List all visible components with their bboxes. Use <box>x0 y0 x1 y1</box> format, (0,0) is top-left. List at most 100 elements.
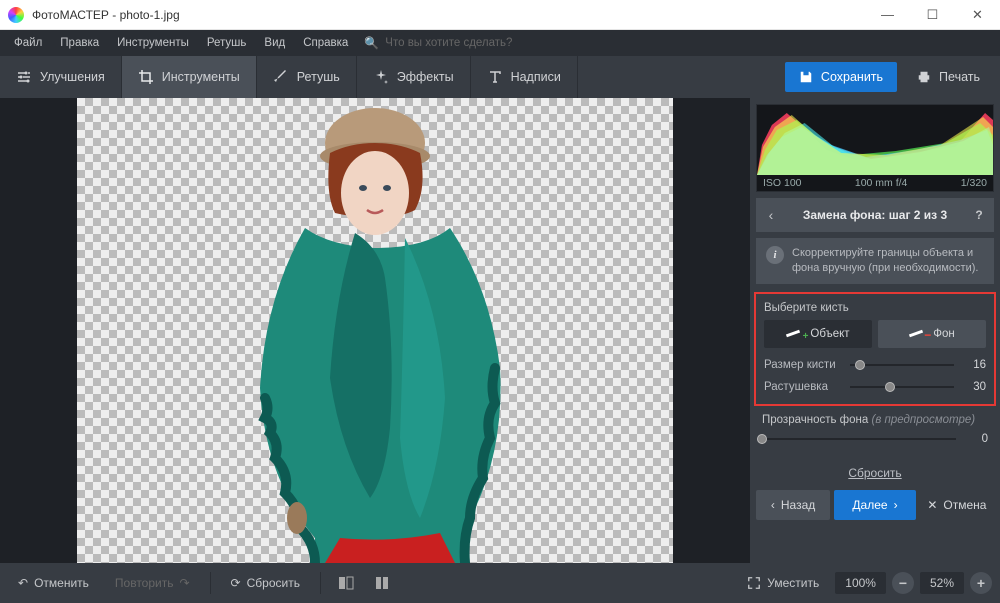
opacity-slider: 0 <box>762 432 988 446</box>
app-logo <box>8 7 24 23</box>
lens-value: 100 mm f/4 <box>855 177 908 189</box>
search-icon: 🔍 <box>364 36 379 50</box>
canvas-area[interactable] <box>0 98 750 563</box>
step-title: Замена фона: шаг 2 из 3 <box>786 208 964 222</box>
brush-feather-label: Растушевка <box>764 381 842 393</box>
shutter-value: 1/320 <box>961 177 987 189</box>
step-back-icon[interactable]: ‹ <box>756 207 786 223</box>
fit-button[interactable]: Уместить <box>737 570 829 596</box>
menu-help[interactable]: Справка <box>295 33 356 53</box>
reset-all-button[interactable]: ⟳ Сбросить <box>221 570 310 596</box>
brush-object-button[interactable]: Объект <box>764 320 872 348</box>
undo-label: Отменить <box>34 576 89 590</box>
tab-retouch[interactable]: Ретушь <box>257 56 357 98</box>
brush-size-value: 16 <box>962 359 986 371</box>
fit-label: Уместить <box>767 576 819 590</box>
redo-icon: ↷ <box>179 576 189 590</box>
brush-section-label: Выберите кисть <box>764 302 986 314</box>
brush-section-highlight: Выберите кисть Объект Фон Размер кисти 1… <box>754 292 996 406</box>
step-help-icon[interactable]: ? <box>964 208 994 222</box>
sliders-icon <box>16 69 32 85</box>
redo-label: Повторить <box>115 576 174 590</box>
nav-cancel-button[interactable]: ✕ Отмена <box>920 490 994 520</box>
brush-feather-track[interactable] <box>850 380 954 394</box>
nav-back-label: Назад <box>781 498 815 512</box>
reset-link[interactable]: Сбросить <box>750 466 1000 480</box>
brush-size-slider: Размер кисти 16 <box>764 358 986 372</box>
crop-icon <box>138 69 154 85</box>
step-header: ‹ Замена фона: шаг 2 из 3 ? <box>756 198 994 232</box>
tab-label: Ретушь <box>297 70 340 84</box>
print-button[interactable]: Печать <box>903 62 994 92</box>
menu-view[interactable]: Вид <box>256 33 293 53</box>
tab-improvements[interactable]: Улучшения <box>0 56 122 98</box>
info-text: Скорректируйте границы объекта и фона вр… <box>792 246 984 276</box>
opacity-label: Прозрачность фона (в предпросмотре) <box>762 414 988 426</box>
close-icon: ✕ <box>927 498 937 512</box>
undo-icon: ↶ <box>18 576 28 590</box>
menubar: Файл Правка Инструменты Ретушь Вид Справ… <box>0 30 1000 56</box>
split-view-icon[interactable] <box>369 570 395 596</box>
iso-value: ISO 100 <box>763 177 802 189</box>
image-canvas[interactable] <box>77 98 673 563</box>
sparkle-icon <box>373 69 389 85</box>
search-input[interactable]: Что вы хотите сделать? <box>385 37 512 49</box>
text-icon <box>487 69 503 85</box>
zoom-100-button[interactable]: 100% <box>835 572 886 594</box>
nav-cancel-label: Отмена <box>943 498 986 512</box>
menu-file[interactable]: Файл <box>6 33 50 53</box>
info-box: i Скорректируйте границы объекта и фона … <box>756 238 994 284</box>
info-icon: i <box>766 246 784 264</box>
menu-edit[interactable]: Правка <box>52 33 107 53</box>
tab-label: Улучшения <box>40 70 105 84</box>
zoom-level[interactable]: 52% <box>920 572 964 594</box>
undo-button[interactable]: ↶ Отменить <box>8 570 99 596</box>
nav-next-button[interactable]: Далее › <box>834 490 916 520</box>
brush-feather-slider: Растушевка 30 <box>764 380 986 394</box>
print-icon <box>917 70 931 84</box>
window-maximize[interactable]: ☐ <box>910 0 955 30</box>
print-label: Печать <box>939 70 980 84</box>
window-close[interactable]: ✕ <box>955 0 1000 30</box>
brush-feather-value: 30 <box>962 381 986 393</box>
reset-label: Сбросить <box>247 576 300 590</box>
save-button[interactable]: Сохранить <box>785 62 897 92</box>
main-toolbar: Улучшения Инструменты Ретушь Эффекты Над… <box>0 56 1000 98</box>
fit-icon <box>747 576 761 590</box>
redo-button[interactable]: Повторить ↷ <box>105 570 200 596</box>
tab-tools[interactable]: Инструменты <box>122 56 257 98</box>
tab-label: Эффекты <box>397 70 454 84</box>
menu-tools[interactable]: Инструменты <box>109 33 197 53</box>
tab-label: Инструменты <box>162 70 240 84</box>
brush-background-label: Фон <box>933 328 955 340</box>
opacity-track[interactable] <box>762 432 956 446</box>
brush-minus-icon <box>909 330 927 338</box>
nav-next-label: Далее <box>852 498 887 512</box>
brush-size-track[interactable] <box>850 358 954 372</box>
bottom-bar: ↶ Отменить Повторить ↷ ⟳ Сбросить Умести… <box>0 563 1000 603</box>
compare-before-after-icon[interactable] <box>333 570 359 596</box>
save-icon <box>799 70 813 84</box>
brush-background-button[interactable]: Фон <box>878 320 986 348</box>
side-panel: ISO 100 100 mm f/4 1/320 ‹ Замена фона: … <box>750 98 1000 563</box>
subject-cutout <box>205 98 545 563</box>
save-label: Сохранить <box>821 70 883 84</box>
window-title: ФотоМАСТЕР - photo-1.jpg <box>32 8 865 22</box>
window-minimize[interactable]: — <box>865 0 910 30</box>
tab-label: Надписи <box>511 70 561 84</box>
brush-icon <box>273 69 289 85</box>
zoom-in-button[interactable]: + <box>970 572 992 594</box>
zoom-out-button[interactable]: − <box>892 572 914 594</box>
brush-size-label: Размер кисти <box>764 359 842 371</box>
tab-captions[interactable]: Надписи <box>471 56 578 98</box>
chevron-right-icon: › <box>894 498 898 512</box>
nav-back-button[interactable]: ‹ Назад <box>756 490 830 520</box>
opacity-value: 0 <box>964 433 988 445</box>
tab-effects[interactable]: Эффекты <box>357 56 471 98</box>
menu-retouch[interactable]: Ретушь <box>199 33 255 53</box>
histogram: ISO 100 100 mm f/4 1/320 <box>756 104 994 192</box>
brush-plus-icon <box>786 330 804 338</box>
reset-icon: ⟳ <box>231 576 241 590</box>
window-titlebar: ФотоМАСТЕР - photo-1.jpg — ☐ ✕ <box>0 0 1000 30</box>
chevron-left-icon: ‹ <box>771 498 775 512</box>
